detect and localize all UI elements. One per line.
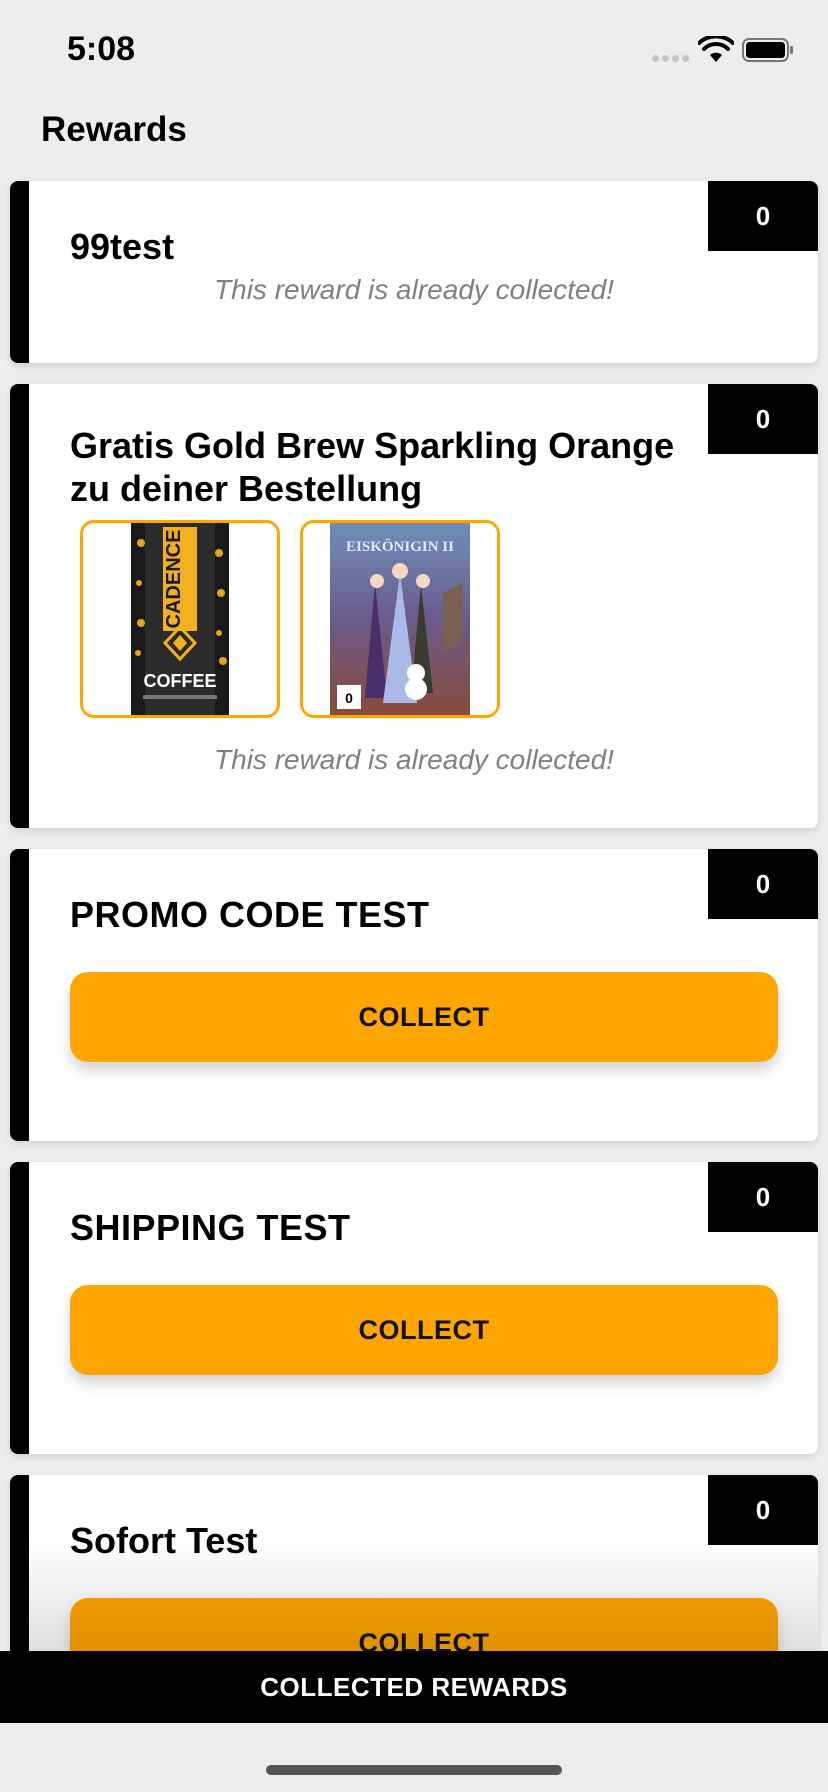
movie-title: EISKÖNIGIN II — [346, 538, 454, 555]
movie-cover-image: EISKÖNIGIN II 0 — [303, 523, 497, 715]
collect-button[interactable]: COLLECT — [70, 1285, 778, 1375]
product-brand: CADENCE — [163, 530, 185, 629]
reward-card: 0 PROMO CODE TEST COLLECT — [10, 849, 818, 1141]
reward-card: 0 SHIPPING TEST COLLECT — [10, 1162, 818, 1454]
collected-rewards-button[interactable]: COLLECTED REWARDS — [0, 1651, 828, 1723]
reward-title: SHIPPING TEST — [70, 1207, 351, 1248]
reward-title: Gratis Gold Brew Sparkling Orange zu dei… — [70, 425, 675, 509]
reward-count-badge: 0 — [708, 849, 818, 919]
coffee-can-image: CADENCE COFFEE — [83, 523, 277, 715]
product-thumbnail[interactable]: EISKÖNIGIN II 0 — [300, 520, 500, 718]
product-thumbnail[interactable]: CADENCE COFFEE — [80, 520, 280, 718]
page-title: Rewards — [41, 110, 187, 149]
reward-card: 0 99test This reward is already collecte… — [10, 181, 818, 363]
svg-text:0: 0 — [345, 690, 353, 706]
reward-title: 99test — [70, 226, 175, 267]
rewards-list[interactable]: Rewards 0 99test This reward is already … — [0, 0, 828, 1651]
reward-card: 0 Gratis Gold Brew Sparkling Orange zu d… — [10, 384, 818, 828]
reward-count-badge: 0 — [708, 1162, 818, 1232]
product-label: COFFEE — [143, 671, 216, 691]
collect-button[interactable]: COLLECT — [70, 1598, 778, 1651]
reward-title: PROMO CODE TEST — [70, 894, 430, 935]
reward-count-badge: 0 — [708, 1475, 818, 1545]
reward-status: This reward is already collected! — [214, 274, 614, 305]
reward-count-badge: 0 — [708, 384, 818, 454]
reward-status: This reward is already collected! — [214, 744, 614, 775]
reward-count-badge: 0 — [708, 181, 818, 251]
card-accent-bar — [10, 181, 29, 363]
collect-button[interactable]: COLLECT — [70, 972, 778, 1062]
card-accent-bar — [10, 1162, 29, 1454]
card-accent-bar — [10, 1475, 29, 1651]
reward-title: Sofort Test — [70, 1520, 258, 1561]
reward-card: 0 Sofort Test COLLECT — [10, 1475, 818, 1651]
home-indicator[interactable] — [266, 1765, 562, 1775]
card-accent-bar — [10, 849, 29, 1141]
